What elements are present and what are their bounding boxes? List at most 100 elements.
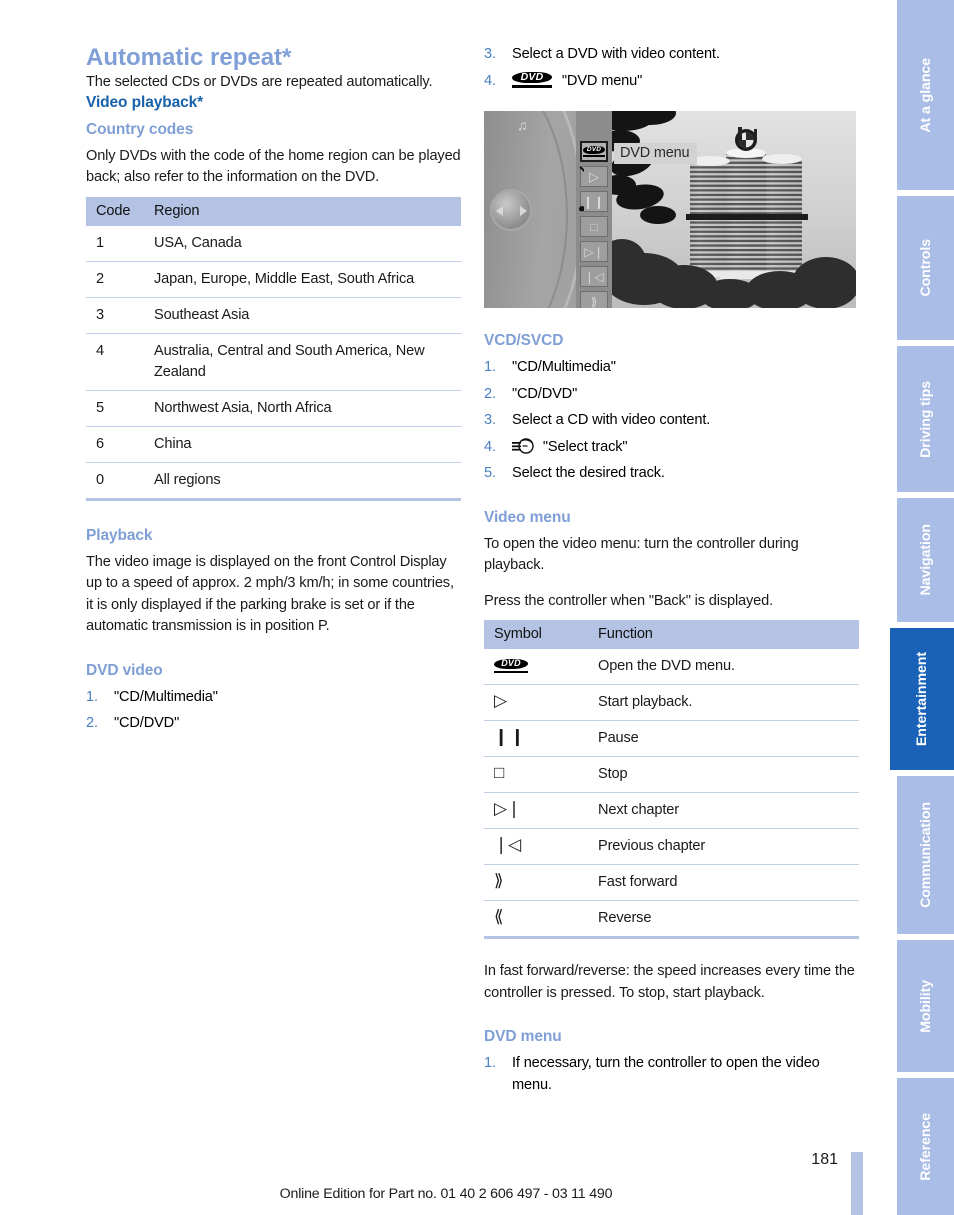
- cell-function: Start playback.: [588, 684, 859, 721]
- cell-symbol: ▷: [484, 684, 588, 721]
- pause-icon: ❙❙: [494, 727, 527, 746]
- pause-icon[interactable]: ❙❙: [580, 191, 608, 212]
- table-row: 5 Northwest Asia, North Africa: [86, 390, 461, 427]
- list-item: 1. "CD/Multimedia": [484, 357, 859, 379]
- step-number: 2.: [86, 715, 98, 731]
- sidebar-tab-reference[interactable]: Reference: [897, 1078, 954, 1215]
- video-menu-symbol-table: Symbol Function DVD Open the DVD menu. ▷…: [484, 620, 859, 939]
- column-header-region: Region: [144, 196, 461, 226]
- sidebar-tab-communication[interactable]: Communication: [897, 776, 954, 934]
- table-row: 1 USA, Canada: [86, 225, 461, 262]
- cell-code: 2: [86, 261, 144, 298]
- list-item: 3. Select a DVD with video content.: [484, 44, 859, 66]
- cell-function: Fast forward: [588, 864, 859, 901]
- next-chapter-icon[interactable]: ▷❘: [580, 241, 608, 262]
- right-column-lower: VCD/SVCD 1. "CD/Multimedia" 2. "CD/DVD" …: [484, 332, 859, 1101]
- heading-dvd-video: DVD video: [86, 661, 163, 679]
- cell-symbol: □: [484, 756, 588, 793]
- table-row: □ Stop: [484, 756, 859, 793]
- step-text: If necessary, turn the controller to ope…: [512, 1055, 820, 1093]
- table-row: ⟫ Fast forward: [484, 864, 859, 901]
- sidebar-tab-entertainment[interactable]: Entertainment: [890, 628, 954, 770]
- sidebar-tab-label: Reference: [917, 1112, 934, 1181]
- page-number: 181: [811, 1151, 838, 1168]
- sidebar-tab-controls[interactable]: Controls: [897, 196, 954, 340]
- step-text: "CD/Multimedia": [512, 359, 616, 375]
- heading-country-codes: Country codes: [86, 120, 194, 138]
- sidebar-tab-at-a-glance[interactable]: At a glance: [897, 0, 954, 190]
- sidebar-tab-label: Communication: [917, 802, 934, 908]
- play-icon[interactable]: ▷: [580, 166, 608, 187]
- table-row: 0 All regions: [86, 462, 461, 501]
- dvd-menu-icon[interactable]: DVD: [580, 141, 608, 162]
- sidebar-tab-label: At a glance: [917, 57, 934, 133]
- cell-symbol: ⟪: [484, 900, 588, 939]
- cell-region: USA, Canada: [144, 225, 461, 262]
- cell-symbol: ❘◁: [484, 828, 588, 865]
- previous-chapter-icon[interactable]: ❘◁: [580, 266, 608, 287]
- play-icon: ▷: [494, 691, 507, 710]
- cell-code: 5: [86, 390, 144, 427]
- cell-region: Southeast Asia: [144, 297, 461, 334]
- manual-page: Automatic repeat* The selected CDs or DV…: [0, 0, 954, 1215]
- step-number: 3.: [484, 46, 496, 62]
- dvd-menu-label: DVD menu: [614, 143, 698, 164]
- step-text: "DVD menu": [561, 72, 643, 89]
- table-row: DVD Open the DVD menu.: [484, 649, 859, 685]
- cell-function: Pause: [588, 720, 859, 757]
- step-number: 3.: [484, 412, 496, 428]
- cell-symbol: DVD: [484, 649, 588, 685]
- step-number: 4.: [484, 72, 496, 89]
- dvd-video-step-list-continued: 3. Select a DVD with video content. 4. D…: [484, 44, 859, 92]
- country-codes-table: Code Region 1 USA, Canada 2 Japan, Europ…: [86, 196, 461, 501]
- step-number: 5.: [484, 465, 496, 481]
- paragraph-automatic-repeat: The selected CDs or DVDs are repeated au…: [86, 74, 433, 90]
- cell-function: Stop: [588, 756, 859, 793]
- step-number: 1.: [484, 1055, 496, 1071]
- right-arrow-icon: [520, 206, 527, 216]
- fast-forward-icon: ⟫: [494, 871, 504, 890]
- sidebar-tab-navigation[interactable]: Navigation: [897, 498, 954, 622]
- reverse-icon: ⟪: [494, 907, 504, 926]
- heading-video-playback: Video playback*: [86, 93, 204, 111]
- step-number: 1.: [86, 688, 98, 705]
- list-item: 4. "Select track": [484, 437, 859, 459]
- step-number: 1.: [484, 359, 496, 375]
- left-column: Automatic repeat* The selected CDs or DV…: [86, 44, 461, 740]
- paragraph-video-menu-2: Press the controller when "Back" is disp…: [484, 592, 773, 609]
- table-header-row: Symbol Function: [484, 620, 859, 649]
- stop-icon[interactable]: □: [580, 216, 608, 237]
- table-row: ❘◁ Previous chapter: [484, 828, 859, 865]
- list-item: 2. "CD/DVD": [484, 384, 859, 406]
- dvd-logo-icon: DVD: [493, 658, 529, 673]
- select-track-icon: [512, 437, 534, 454]
- next-chapter-icon: ▷❘: [494, 799, 522, 818]
- cell-region: China: [144, 426, 461, 463]
- footer-note: Online Edition for Part no. 01 40 2 606 …: [279, 1186, 613, 1202]
- paragraph-fast-forward-note: In fast forward/reverse: the speed incre…: [484, 963, 855, 1001]
- multimedia-icon: ♫: [517, 117, 528, 133]
- cell-code: 6: [86, 426, 144, 463]
- table-row: 2 Japan, Europe, Middle East, South Afri…: [86, 261, 461, 298]
- vcd-svcd-step-list: 1. "CD/Multimedia" 2. "CD/DVD" 3. Select…: [484, 357, 859, 485]
- fast-forward-icon[interactable]: ⟫: [580, 291, 608, 308]
- step-text: "Select track": [542, 438, 628, 455]
- cell-symbol: ❙❙: [484, 720, 588, 757]
- table-row: 6 China: [86, 426, 461, 463]
- step-text: Select a DVD with video content.: [512, 46, 720, 62]
- sidebar-tab-mobility[interactable]: Mobility: [897, 940, 954, 1072]
- sidebar-tab-label: Controls: [917, 239, 934, 297]
- cell-region: All regions: [144, 462, 461, 501]
- page-edge-marker: [851, 1152, 863, 1215]
- list-item: 5. Select the desired track.: [484, 463, 859, 485]
- sidebar-tab-label: Entertainment: [914, 651, 930, 747]
- bmw-tower-photo: [612, 111, 856, 308]
- column-header-function: Function: [588, 620, 859, 649]
- dvd-video-step-list: 1. "CD/Multimedia" 2. "CD/DVD": [86, 687, 461, 735]
- sidebar-tab-driving-tips[interactable]: Driving tips: [897, 346, 954, 492]
- cell-symbol: ▷❘: [484, 792, 588, 829]
- list-item: 1. If necessary, turn the controller to …: [484, 1053, 859, 1096]
- cell-code: 4: [86, 333, 144, 391]
- step-text-with-icon: "Select track": [512, 437, 859, 459]
- heading-playback: Playback: [86, 526, 153, 544]
